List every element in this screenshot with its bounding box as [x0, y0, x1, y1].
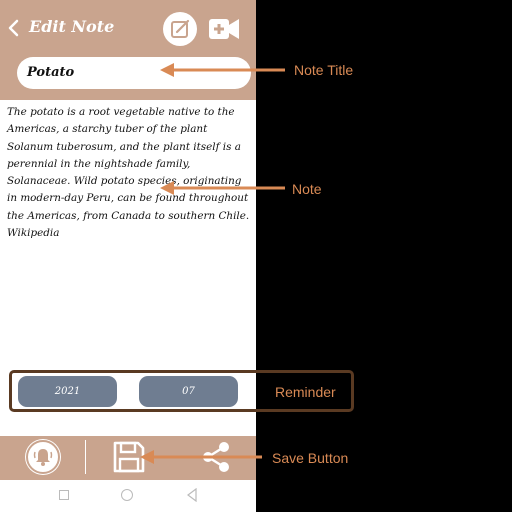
bell-icon [33, 449, 53, 466]
back-icon[interactable] [6, 17, 22, 39]
edit-button[interactable] [163, 12, 197, 46]
reminder-annotation: Reminder [275, 384, 336, 400]
toolbar-divider [85, 440, 86, 474]
save-button-annotation: Save Button [272, 450, 349, 466]
note-title-annotation: Note Title [294, 62, 354, 78]
phone-screen: Edit Note Potato The potato is a root ve… [0, 0, 256, 512]
edit-icon [171, 19, 190, 38]
reminder-bell-button[interactable] [26, 440, 60, 474]
note-body-input[interactable]: The potato is a root vegetable native to… [7, 104, 250, 242]
video-add-icon[interactable] [208, 16, 240, 42]
back-nav-button[interactable] [186, 488, 198, 502]
share-icon[interactable] [200, 440, 232, 474]
save-icon[interactable] [112, 440, 146, 474]
note-annotation: Note [292, 181, 322, 197]
recents-nav-button[interactable] [59, 490, 69, 500]
note-title-input[interactable]: Potato [17, 57, 251, 89]
page-title: Edit Note [29, 17, 115, 36]
home-nav-button[interactable] [121, 489, 133, 501]
